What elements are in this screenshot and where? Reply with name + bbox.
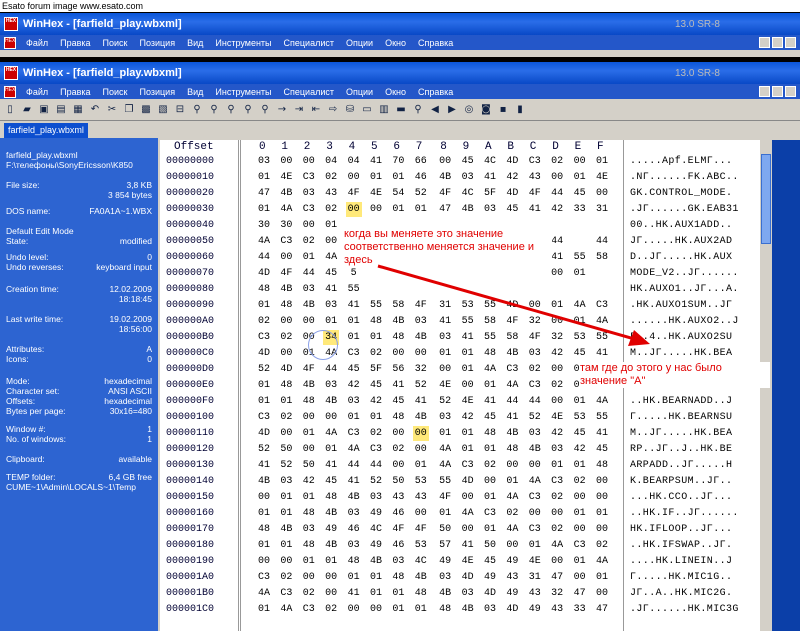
annotation-arrow (377, 264, 650, 346)
arrow-head (628, 330, 650, 346)
arrow-line (377, 264, 639, 342)
